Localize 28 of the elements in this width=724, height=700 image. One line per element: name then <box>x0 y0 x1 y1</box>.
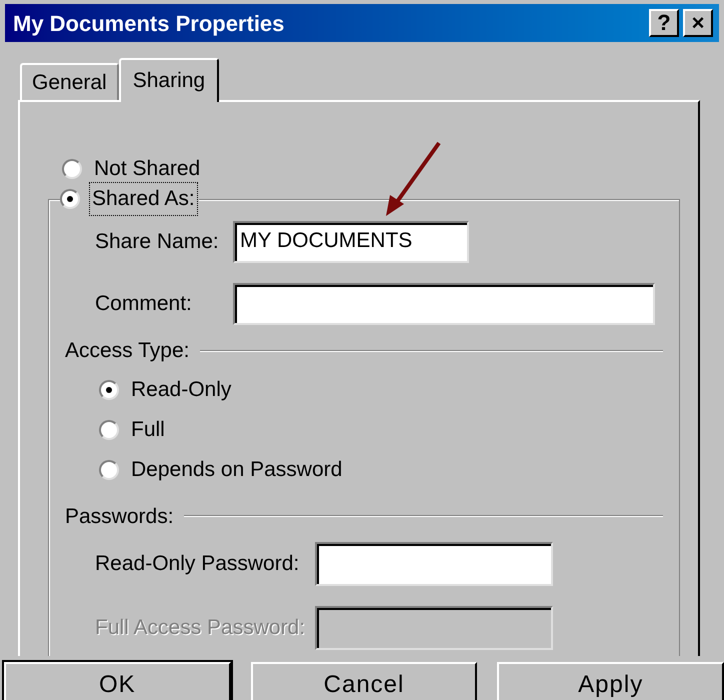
title-bar-button[interactable]: ? <box>649 9 679 37</box>
radio-label[interactable]: Read-Only <box>129 374 234 406</box>
radio-label[interactable]: Not Shared <box>92 153 202 185</box>
section-label: Passwords: <box>65 504 174 530</box>
field-label: Comment: <box>95 291 193 318</box>
radio-label[interactable]: Depends on Password <box>129 454 344 486</box>
dialog-button[interactable]: Cancel <box>250 662 478 700</box>
window-title: My Documents Properties <box>13 10 284 38</box>
radio-label[interactable]: Shared As: <box>90 183 197 215</box>
field-label: Read-Only Password: <box>95 551 300 578</box>
input-field[interactable] <box>315 542 553 586</box>
dialog-button[interactable]: OK <box>4 662 231 700</box>
radio-button[interactable] <box>62 159 82 179</box>
radio-button[interactable] <box>99 460 119 480</box>
input-field[interactable]: MY DOCUMENTS <box>233 221 469 263</box>
field-label: Share Name: <box>95 229 220 256</box>
radio-label[interactable]: Full <box>129 414 167 446</box>
radio-button[interactable] <box>60 189 80 209</box>
section-label: Access Type: <box>65 338 190 364</box>
radio-button[interactable] <box>99 380 119 400</box>
input-field[interactable] <box>315 606 553 650</box>
dialog-button[interactable]: Apply <box>497 662 724 700</box>
title-bar-button[interactable]: × <box>683 9 713 37</box>
tab[interactable]: General <box>20 63 119 100</box>
tab[interactable]: Sharing <box>118 58 220 102</box>
input-field[interactable] <box>233 283 655 325</box>
field-label: Full Access Password: <box>95 615 306 642</box>
radio-button[interactable] <box>99 420 119 440</box>
